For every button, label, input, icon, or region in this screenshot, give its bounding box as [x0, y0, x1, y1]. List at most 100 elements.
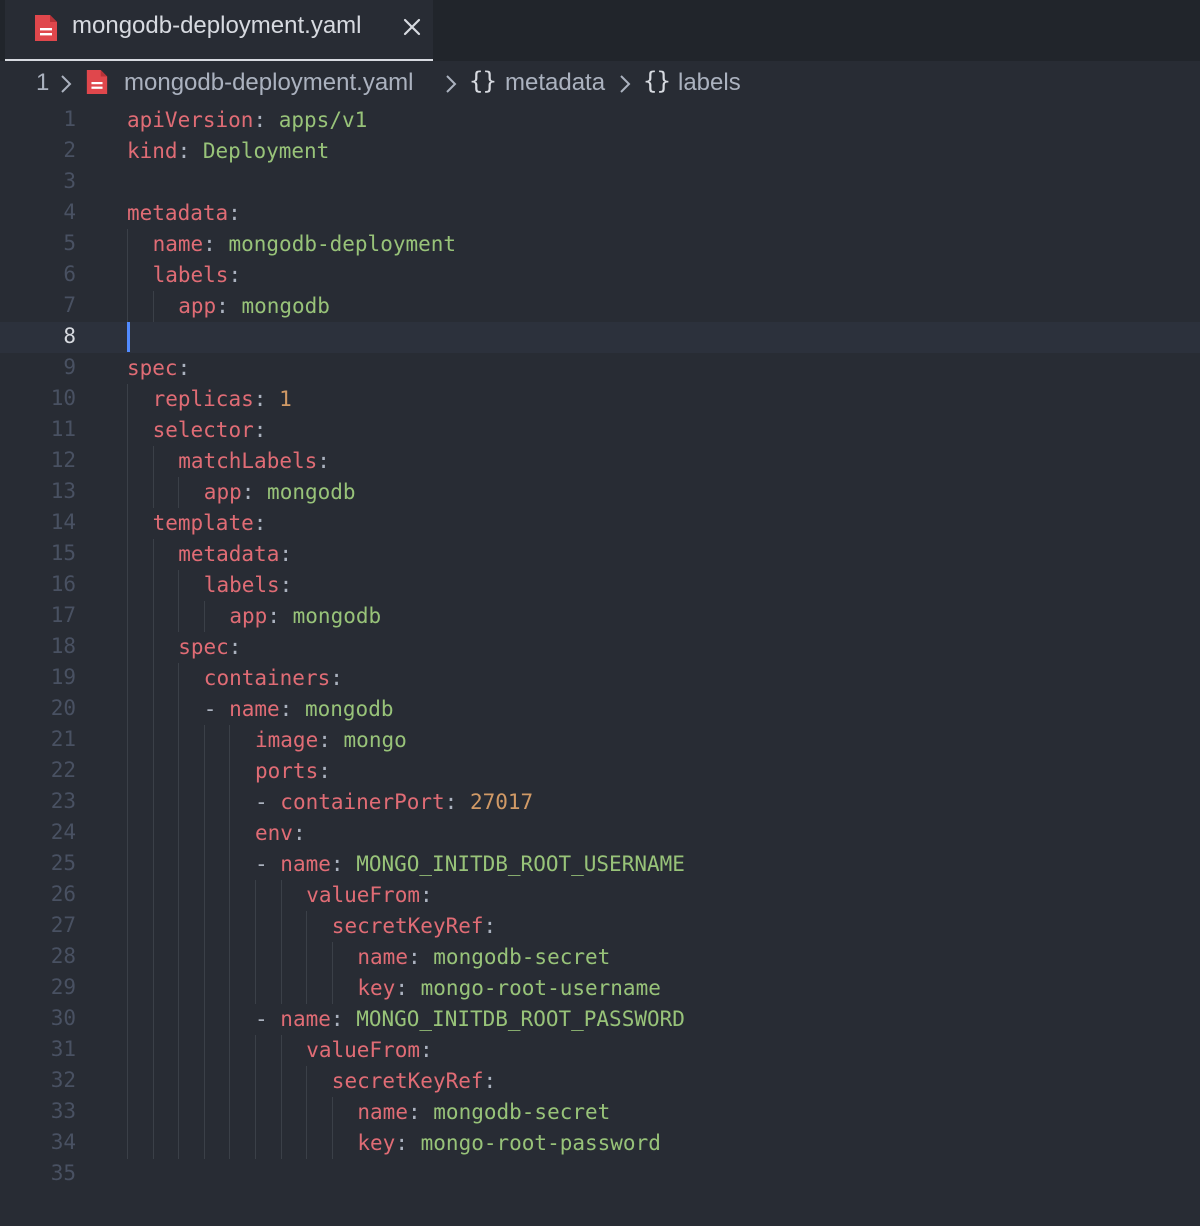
code-line[interactable]: 5 name: mongodb-deployment [0, 229, 1200, 260]
colon: : [330, 1007, 344, 1031]
code-text: template: [153, 510, 267, 536]
yaml-key: labels [203, 573, 280, 597]
colon: : [228, 635, 242, 659]
yaml-key: kind [127, 139, 178, 163]
line-number: 7 [63, 293, 76, 317]
yaml-key: replicas [152, 387, 254, 411]
tab-bar: mongodb-deployment.yaml [0, 0, 1200, 61]
code-line[interactable]: 6 labels: [0, 260, 1200, 291]
yaml-key: secretKeyRef [331, 1069, 484, 1093]
code-line[interactable]: 9 spec: [0, 353, 1200, 384]
code-line[interactable]: 13 app: mongodb [0, 477, 1200, 508]
chevron-right-icon [620, 75, 631, 93]
code-line[interactable]: 28 name: mongodb-secret [0, 942, 1200, 973]
code-text: kind: Deployment [127, 138, 329, 164]
indent-guide [229, 725, 231, 1159]
yaml-value: MONGO_INITDB_ROOT_PASSWORD [356, 1007, 685, 1031]
code-line[interactable]: 34 key: mongo-root-password [0, 1128, 1200, 1159]
code-line[interactable]: 18 spec: [0, 632, 1200, 663]
code-line[interactable]: 30 - name: MONGO_INITDB_ROOT_PASSWORD [0, 1004, 1200, 1035]
list-dash: - [255, 1007, 281, 1031]
line-number: 14 [50, 510, 76, 534]
code-line[interactable]: 23 - containerPort: 27017 [0, 787, 1200, 818]
code-text: valueFrom: [306, 882, 432, 908]
indent-guide [306, 911, 308, 1004]
code-line[interactable]: 16 labels: [0, 570, 1200, 601]
code-line[interactable]: 33 name: mongodb-secret [0, 1097, 1200, 1128]
code-line[interactable]: 31 valueFrom: [0, 1035, 1200, 1066]
yaml-value: Deployment [202, 139, 330, 163]
code-line[interactable]: 2 kind: Deployment [0, 136, 1200, 167]
code-line[interactable]: 20 - name: mongodb [0, 694, 1200, 725]
code-line[interactable]: 35 [0, 1159, 1200, 1190]
yaml-value: mongodb-secret [433, 1100, 611, 1124]
indent-guide [331, 1097, 333, 1159]
code-line[interactable]: 24 env: [0, 818, 1200, 849]
yaml-key: ports [255, 759, 319, 783]
yaml-key: env [255, 821, 293, 845]
code-line[interactable]: 21 image: mongo [0, 725, 1200, 756]
yaml-value: apps/v1 [278, 108, 368, 132]
indent-guide [255, 1035, 256, 1159]
line-number: 29 [50, 975, 76, 999]
line-number: 27 [50, 913, 76, 937]
code-line[interactable]: 15 metadata: [0, 539, 1200, 570]
line-number: 12 [50, 448, 76, 472]
code-line[interactable]: 7 app: mongodb [0, 291, 1200, 322]
yaml-key: metadata [178, 542, 280, 566]
yaml-key: name [229, 697, 280, 721]
line-number: 23 [50, 789, 76, 813]
yaml-value: mongo-root-password [420, 1131, 661, 1155]
code-line[interactable]: 25 - name: MONGO_INITDB_ROOT_USERNAME [0, 849, 1200, 880]
code-line[interactable]: 8 [0, 322, 1200, 353]
colon: : [318, 728, 331, 752]
colon: : [253, 418, 267, 442]
code-line[interactable]: 4 metadata: [0, 198, 1200, 229]
line-number: 5 [63, 231, 76, 255]
code-line[interactable]: 22 ports: [0, 756, 1200, 787]
code-line[interactable]: 17 app: mongodb [0, 601, 1200, 632]
breadcrumb-item-labels[interactable]: labels [678, 69, 741, 97]
colon: : [317, 449, 330, 473]
code-text: secretKeyRef: [332, 1068, 496, 1094]
yaml-value: mongo [343, 728, 407, 752]
colon: : [279, 542, 292, 566]
yaml-key: app [203, 480, 242, 504]
code-text: spec: [127, 355, 190, 381]
yaml-value: 27017 [469, 790, 534, 814]
line-number: 24 [50, 820, 76, 844]
line-number: 19 [50, 665, 76, 689]
code-editor[interactable]: 1 apiVersion: apps/v1 2 kind: Deployment 3 4 m… [0, 105, 1200, 1226]
code-line[interactable]: 26 valueFrom: [0, 880, 1200, 911]
code-line[interactable]: 14 template: [0, 508, 1200, 539]
code-line[interactable]: 1 apiVersion: apps/v1 [0, 105, 1200, 136]
colon: : [177, 139, 191, 163]
code-line[interactable]: 12 matchLabels: [0, 446, 1200, 477]
breadcrumb-item-metadata[interactable]: metadata [505, 69, 605, 97]
code-text: name: mongodb-secret [357, 944, 610, 970]
yaml-value: mongo-root-username [420, 976, 661, 1000]
line-number: 9 [63, 355, 76, 379]
chevron-right-icon [61, 75, 72, 93]
close-icon[interactable] [401, 16, 423, 38]
yaml-key: key [357, 1131, 396, 1155]
code-line[interactable]: 27 secretKeyRef: [0, 911, 1200, 942]
tab-mongodb-deployment[interactable]: mongodb-deployment.yaml [5, 0, 433, 61]
code-line[interactable]: 19 containers: [0, 663, 1200, 694]
yaml-key: app [229, 604, 268, 628]
indent-guide [178, 570, 180, 632]
yaml-value: mongodb [304, 697, 394, 721]
list-dash: - [255, 790, 281, 814]
code-line[interactable]: 10 replicas: 1 [0, 384, 1200, 415]
code-line[interactable]: 3 [0, 167, 1200, 198]
indent-guide [152, 446, 154, 508]
breadcrumb-file[interactable]: mongodb-deployment.yaml [124, 69, 414, 97]
list-dash: - [203, 697, 230, 721]
indent-guide [152, 291, 154, 322]
code-line[interactable]: 11 selector: [0, 415, 1200, 446]
code-line[interactable]: 32 secretKeyRef: [0, 1066, 1200, 1097]
colon: : [279, 573, 293, 597]
indent-guide [331, 942, 333, 1004]
colon: : [330, 666, 343, 690]
code-line[interactable]: 29 key: mongo-root-username [0, 973, 1200, 1004]
